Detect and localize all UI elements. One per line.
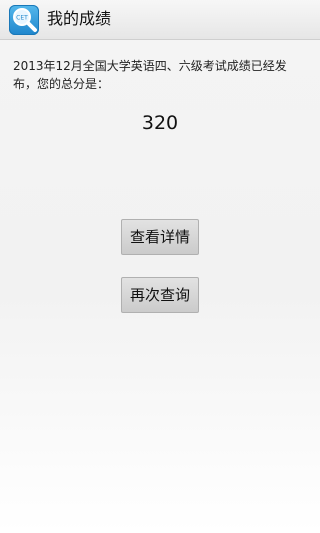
magnifier-icon: CET [13,8,37,32]
view-details-button[interactable]: 查看详情 [121,219,199,255]
app-icon-label: CET [16,15,28,22]
result-message: 2013年12月全国大学英语四、六级考试成绩已经发布，您的总分是： [13,59,287,91]
page-title: 我的成绩 [47,9,112,28]
query-again-button[interactable]: 再次查询 [121,277,199,313]
total-score: 320 [141,112,179,134]
action-bar: CET 我的成绩 [0,0,320,40]
app-icon[interactable]: CET [9,5,39,35]
